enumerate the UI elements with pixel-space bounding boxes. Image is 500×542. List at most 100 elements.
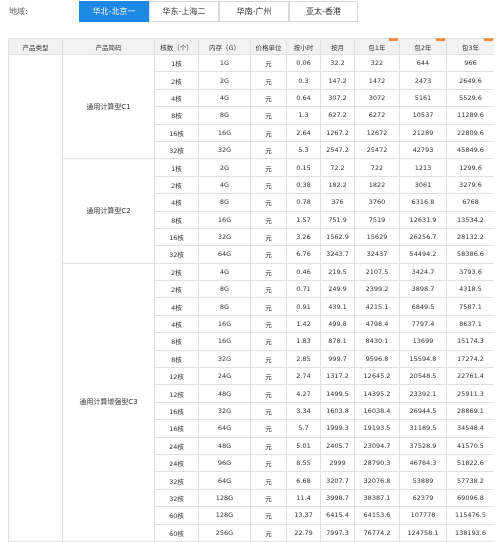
yearly-3-price-cell: 6768 <box>446 193 494 212</box>
yearly-3-price-cell: 69096.8 <box>446 488 494 508</box>
yearly-2-price-cell: 2473 <box>399 71 447 90</box>
cores-cell: 32核 <box>154 245 199 264</box>
memory-cell: 8G <box>198 106 251 125</box>
yearly-3-price-cell: 1299.6 <box>446 158 494 177</box>
monthly-price-cell: 2547.2 <box>320 140 355 160</box>
yearly-1-price-cell: 4215.1 <box>354 297 400 316</box>
yearly-1-price-cell: 7519 <box>354 210 400 229</box>
cores-cell: 12核 <box>154 367 199 386</box>
hourly-price-cell: 0.64 <box>286 88 321 108</box>
hourly-price-cell: 2.64 <box>286 123 321 142</box>
price-unit-cell: 元 <box>250 523 287 542</box>
price-unit-cell: 元 <box>250 227 287 247</box>
monthly-price-cell: 999.7 <box>320 349 355 369</box>
yearly-3-price-cell: 13534.2 <box>446 210 494 229</box>
table-header-row: 产品类型 产品简码 核数（个） 内存（G） 价格单位 按小时 按月 包1年惠 包… <box>8 38 494 55</box>
region-tab-hongkong[interactable]: 亚太-香港 <box>289 1 358 22</box>
memory-cell: 64G <box>198 245 251 264</box>
header-price-unit: 价格单位 <box>250 38 287 55</box>
hourly-price-cell: 0.78 <box>286 193 321 212</box>
yearly-3-price-cell: 7587.1 <box>446 297 494 316</box>
monthly-price-cell: 147.2 <box>320 71 355 90</box>
monthly-price-cell: 751.9 <box>320 210 355 229</box>
monthly-price-cell: 32.2 <box>320 53 355 73</box>
cores-cell: 4核 <box>154 297 199 316</box>
yearly-3-price-cell: 45849.6 <box>446 140 494 160</box>
yearly-3-price-cell: 22809.6 <box>446 123 494 142</box>
memory-cell: 64G <box>198 471 251 490</box>
price-unit-cell: 元 <box>250 106 287 125</box>
region-tab-shanghai[interactable]: 华东-上海二 <box>149 1 219 22</box>
price-unit-cell: 元 <box>250 471 287 490</box>
price-unit-cell: 元 <box>250 453 287 473</box>
yearly-3-price-cell: 138193.6 <box>446 523 494 542</box>
price-unit-cell: 元 <box>250 53 287 73</box>
yearly-3-price-cell: 3793.6 <box>446 262 494 282</box>
table-row: 通用计算型C2 1核 2G 元 0.15 72.2 722 1213 1299.6 <box>9 158 494 264</box>
memory-cell: 4G <box>198 175 251 195</box>
cores-cell: 60核 <box>154 523 199 542</box>
cores-cell: 32核 <box>154 140 199 160</box>
price-unit-cell: 元 <box>250 193 287 212</box>
discount-badge: 惠 <box>484 38 493 41</box>
yearly-3-price-cell: 28869.1 <box>446 401 494 421</box>
memory-cell: 4G <box>198 88 251 108</box>
cores-cell: 32核 <box>154 471 199 490</box>
header-yearly-1: 包1年惠 <box>354 38 400 55</box>
monthly-price-cell: 3243.7 <box>320 245 355 264</box>
yearly-1-price-cell: 12672 <box>354 123 400 142</box>
price-unit-cell: 元 <box>250 158 287 177</box>
yearly-3-price-cell: 22761.4 <box>446 367 494 386</box>
yearly-2-price-cell: 53889 <box>399 471 447 490</box>
yearly-2-price-cell: 3424.7 <box>399 262 447 282</box>
price-unit-cell: 元 <box>250 175 287 195</box>
yearly-2-price-cell: 10537 <box>399 106 447 125</box>
price-unit-cell: 元 <box>250 401 287 421</box>
monthly-price-cell: 182.2 <box>320 175 355 195</box>
price-unit-cell: 元 <box>250 88 287 108</box>
cores-cell: 4核 <box>154 88 199 108</box>
yearly-1-price-cell: 3760 <box>354 193 400 212</box>
yearly-2-price-cell: 3061 <box>399 175 447 195</box>
yearly-1-price-cell: 722 <box>354 158 400 177</box>
discount-badge: 惠 <box>436 38 445 41</box>
region-tab-beijing[interactable]: 华北-北京一 <box>79 1 149 22</box>
price-unit-cell: 元 <box>250 384 287 403</box>
yearly-1-price-cell: 2399.2 <box>354 280 400 299</box>
yearly-3-price-cell: 25911.3 <box>446 384 494 403</box>
yearly-1-price-cell: 76774.2 <box>354 523 400 542</box>
monthly-price-cell: 6415.4 <box>320 506 355 525</box>
yearly-2-price-cell: 62379 <box>399 488 447 508</box>
price-unit-cell: 元 <box>250 349 287 369</box>
memory-cell: 24G <box>198 367 251 386</box>
price-unit-cell: 元 <box>250 314 287 334</box>
header-yearly-3: 包3年 惠 <box>446 38 494 55</box>
memory-cell: 1G <box>198 53 251 73</box>
monthly-price-cell: 1603.8 <box>320 401 355 421</box>
cores-cell: 24核 <box>154 436 199 455</box>
yearly-3-price-cell: 5529.6 <box>446 88 494 108</box>
region-tab-guangzhou[interactable]: 华南-广州 <box>219 1 289 22</box>
monthly-price-cell: 1499.5 <box>320 384 355 403</box>
cores-cell: 2核 <box>154 175 199 195</box>
header-memory: 内存（G） <box>198 38 251 55</box>
yearly-3-price-cell: 28132.2 <box>446 227 494 247</box>
hourly-price-cell: 0.71 <box>286 280 321 299</box>
monthly-price-cell: 1267.2 <box>320 123 355 142</box>
price-table-body: 通用计算型C1 1核 1G 元 0.06 32.2 322 644 966 2核 2G 元 0.3 147… <box>8 53 494 542</box>
cores-cell: 32核 <box>154 488 199 508</box>
yearly-2-price-cell: 21289 <box>399 123 447 142</box>
price-unit-cell: 元 <box>250 488 287 508</box>
price-unit-cell: 元 <box>250 332 287 351</box>
yearly-3-price-cell: 8637.1 <box>446 314 494 334</box>
yearly-2-price-cell: 6849.5 <box>399 297 447 316</box>
yearly-3-price-cell: 17274.2 <box>446 349 494 369</box>
yearly-3-price-cell: 2649.6 <box>446 71 494 90</box>
yearly-2-price-cell: 1213 <box>399 158 447 177</box>
price-table-container: 产品类型 产品简码 核数（个） 内存（G） 价格单位 按小时 按月 包1年惠 包… <box>8 38 494 542</box>
memory-cell: 128G <box>198 488 251 508</box>
hourly-price-cell: 0.15 <box>286 158 321 177</box>
price-unit-cell: 元 <box>250 297 287 316</box>
table-row: 通用计算型C1 1核 1G 元 0.06 32.2 322 644 966 <box>8 53 494 542</box>
header-hourly: 按小时 <box>286 38 321 55</box>
